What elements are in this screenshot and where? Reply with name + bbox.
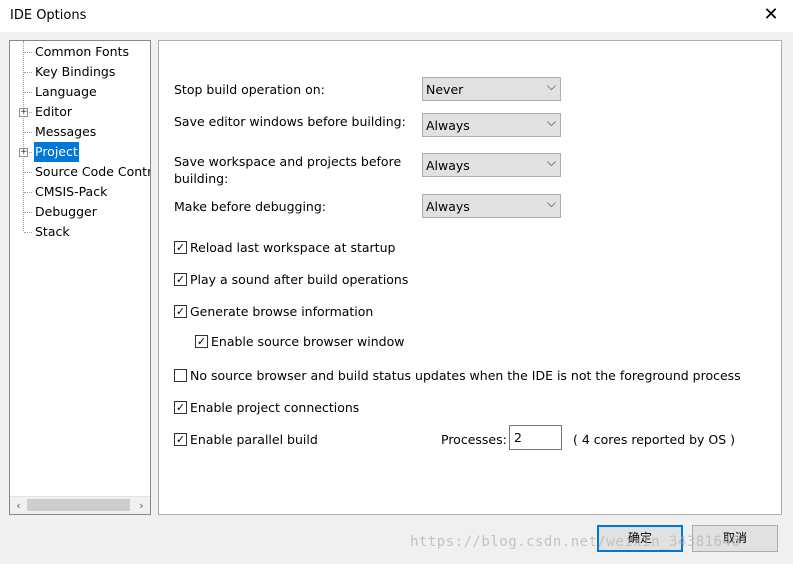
window-title: IDE Options	[10, 8, 87, 23]
tree-connector	[24, 132, 32, 133]
save-editor-value: Always	[426, 118, 470, 133]
stop-build-value: Never	[426, 82, 464, 97]
checkbox-icon[interactable]: ✓	[174, 273, 187, 286]
tree-item-label: Messages	[35, 124, 97, 139]
tree-connector	[24, 212, 32, 213]
scroll-thumb[interactable]	[27, 499, 130, 511]
settings-panel: Stop build operation on: Never ⌵ Save ed…	[158, 40, 782, 515]
play-sound-label: Play a sound after build operations	[190, 272, 409, 287]
tree-item-label: Editor	[35, 104, 72, 119]
stop-build-label: Stop build operation on:	[174, 82, 325, 97]
scroll-left-icon[interactable]: ‹	[10, 497, 27, 514]
chevron-down-icon: ⌵	[546, 196, 556, 210]
chevron-down-icon: ⌵	[546, 79, 556, 93]
tree-item-label: CMSIS-Pack	[35, 184, 108, 199]
save-editor-label: Save editor windows before building:	[174, 114, 406, 129]
enable-project-connections-label: Enable project connections	[190, 400, 360, 415]
expand-plus-icon[interactable]: +	[19, 108, 28, 117]
generate-browse-label: Generate browse information	[190, 304, 374, 319]
tree-item-label: Key Bindings	[35, 64, 116, 79]
stop-build-dropdown[interactable]: Never ⌵	[422, 77, 561, 101]
tree-item-label: Language	[35, 84, 97, 99]
tree-horizontal-scrollbar[interactable]: ‹ ›	[10, 496, 150, 514]
chevron-down-icon: ⌵	[546, 115, 556, 129]
save-workspace-label-line2: building:	[174, 171, 229, 186]
options-tree: ‹ › Common Fonts Key Bindings Language + Edi…	[9, 40, 151, 515]
make-before-debug-dropdown[interactable]: Always ⌵	[422, 194, 561, 218]
reload-workspace-label: Reload last workspace at startup	[190, 240, 396, 255]
cores-reported-note: ( 4 cores reported by OS )	[573, 432, 736, 447]
tree-item-label: Project	[34, 142, 79, 162]
processes-input[interactable]	[509, 425, 562, 450]
no-source-browser-label: No source browser and build status updat…	[190, 368, 741, 383]
checkbox-icon[interactable]: ✓	[174, 401, 187, 414]
make-before-debug-label: Make before debugging:	[174, 199, 326, 214]
enable-source-browser-label: Enable source browser window	[211, 334, 405, 349]
enable-parallel-build-label: Enable parallel build	[190, 432, 318, 447]
scroll-right-icon[interactable]: ›	[133, 497, 150, 514]
checkbox-icon[interactable]: ✓	[174, 241, 187, 254]
tree-connector-line	[23, 41, 24, 231]
checkbox-icon[interactable]: ✓	[174, 305, 187, 318]
tree-item-label: Source Code Contro	[35, 164, 151, 179]
tree-connector	[24, 172, 32, 173]
close-icon[interactable]: ✕	[761, 4, 781, 25]
checkbox-icon[interactable]: ✓	[174, 433, 187, 446]
tree-connector	[24, 232, 32, 233]
tree-item-label: Common Fonts	[35, 44, 130, 59]
save-workspace-dropdown[interactable]: Always ⌵	[422, 153, 561, 177]
tree-connector	[24, 92, 32, 93]
tree-connector	[24, 52, 32, 53]
title-bar: IDE Options ✕	[0, 0, 793, 32]
chevron-down-icon: ⌵	[546, 155, 556, 169]
checkbox-icon[interactable]	[174, 369, 187, 382]
watermark: https://blog.csdn.net/weixin_34381646	[410, 534, 741, 550]
save-editor-dropdown[interactable]: Always ⌵	[422, 113, 561, 137]
processes-label: Processes:	[441, 432, 507, 447]
save-workspace-value: Always	[426, 158, 470, 173]
checkbox-icon[interactable]: ✓	[195, 335, 208, 348]
expand-plus-icon[interactable]: +	[19, 148, 28, 157]
make-before-debug-value: Always	[426, 199, 470, 214]
tree-connector	[24, 192, 32, 193]
save-workspace-label-line1: Save workspace and projects before	[174, 154, 402, 169]
tree-item-label: Stack	[35, 224, 70, 239]
tree-item-label: Debugger	[35, 204, 97, 219]
tree-connector	[24, 72, 32, 73]
